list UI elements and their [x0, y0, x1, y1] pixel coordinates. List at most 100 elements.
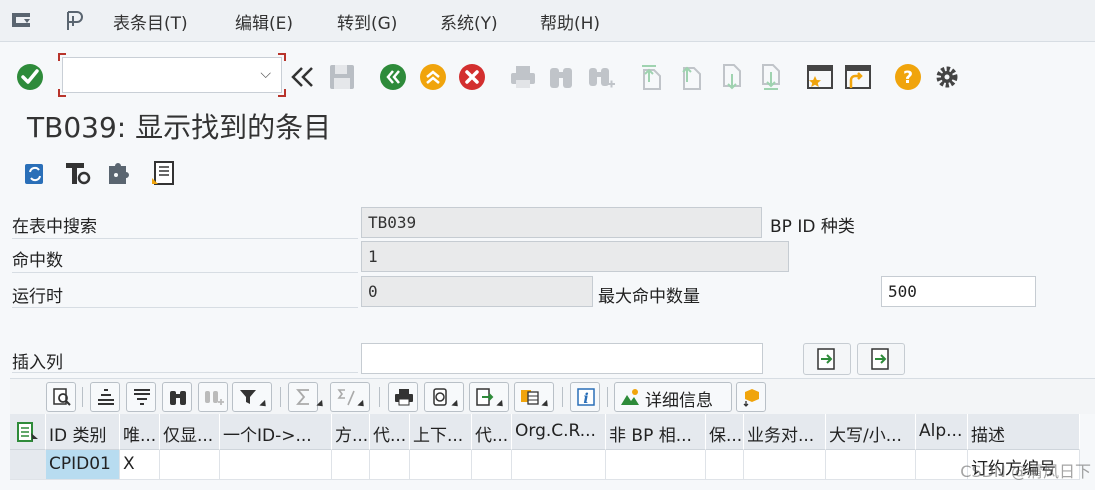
column-header[interactable]: 大写/小...: [826, 414, 916, 450]
dropdown-arrow-icon: [451, 399, 461, 410]
command-field[interactable]: ⌵: [62, 57, 282, 93]
column-header[interactable]: Org.C.R...: [512, 414, 606, 450]
filter-icon: [240, 390, 256, 404]
column-header[interactable]: 保...: [706, 414, 744, 450]
column-header[interactable]: 仅显...: [160, 414, 220, 450]
grid-cell[interactable]: [370, 450, 410, 480]
export-button[interactable]: [469, 382, 509, 412]
row-selector[interactable]: [10, 450, 46, 480]
search-table-field[interactable]: TB039: [361, 207, 762, 238]
column-header[interactable]: 代...: [472, 414, 512, 450]
grid-corner[interactable]: [10, 414, 46, 450]
column-header[interactable]: 业务对...: [744, 414, 826, 450]
menu-help[interactable]: 帮助(H): [540, 9, 600, 34]
grid-cell[interactable]: [332, 450, 370, 480]
dropdown-arrow-icon: [357, 399, 367, 410]
menu-goto[interactable]: 转到(G): [337, 9, 397, 34]
grid-cell[interactable]: [606, 450, 706, 480]
grid-cell[interactable]: [512, 450, 606, 480]
last-page-icon[interactable]: [755, 62, 785, 92]
toolbar-separator: [607, 387, 608, 407]
column-header[interactable]: 非 BP 相...: [606, 414, 706, 450]
grid-settings-button[interactable]: [736, 382, 766, 412]
hits-field[interactable]: 1: [361, 241, 789, 272]
svg-text:?: ?: [903, 68, 913, 88]
insert-column-field[interactable]: [361, 343, 763, 374]
enter-icon[interactable]: [15, 62, 45, 92]
prev-page-icon[interactable]: [676, 62, 706, 92]
max-hits-field[interactable]: 500: [881, 276, 1036, 307]
sort-ascending-button[interactable]: [90, 382, 120, 412]
label-underline: [12, 238, 358, 239]
tools-icon[interactable]: [62, 158, 92, 188]
back-icon[interactable]: [378, 62, 408, 92]
dropdown-arrow-icon: [496, 399, 506, 410]
column-header[interactable]: 一个ID->...: [220, 414, 332, 450]
first-page-icon[interactable]: [636, 62, 666, 92]
column-header[interactable]: 上下...: [410, 414, 472, 450]
toolbar-separator: [379, 387, 380, 407]
subtotal-button[interactable]: [330, 382, 370, 412]
find-next-button[interactable]: [198, 382, 228, 412]
grid-cell[interactable]: [826, 450, 916, 480]
refresh-icon[interactable]: [20, 158, 50, 188]
views-button[interactable]: [424, 382, 464, 412]
shortcut-icon[interactable]: [843, 62, 873, 92]
print-list-button[interactable]: [388, 382, 418, 412]
insert-column-button[interactable]: [803, 343, 851, 375]
remove-column-button[interactable]: [857, 343, 905, 375]
user-menu-icon[interactable]: [63, 9, 87, 33]
exit-icon[interactable]: [418, 62, 448, 92]
cancel-icon[interactable]: [457, 62, 487, 92]
printer-icon: [395, 389, 413, 406]
save-icon[interactable]: [327, 62, 357, 92]
grid-cell[interactable]: [220, 450, 332, 480]
sum-button[interactable]: [288, 382, 326, 412]
command-focus-corner: [58, 89, 66, 97]
menu-edit[interactable]: 编辑(E): [235, 9, 293, 34]
label-underline: [12, 307, 358, 308]
details-button[interactable]: 详细信息: [614, 382, 732, 412]
export-icon: [476, 388, 494, 406]
toolbar-separator: [280, 387, 281, 407]
column-header[interactable]: 描述: [968, 414, 1080, 450]
column-header[interactable]: 代...: [370, 414, 410, 450]
column-header[interactable]: 唯...: [120, 414, 160, 450]
help-icon[interactable]: ?: [893, 62, 923, 92]
info-button[interactable]: i: [570, 382, 600, 412]
menu-toggle-icon[interactable]: [10, 9, 36, 31]
chevron-down-icon[interactable]: ⌵: [260, 66, 271, 82]
insert-column-label: 插入列: [12, 353, 63, 373]
find-icon[interactable]: [546, 62, 576, 92]
column-header[interactable]: 方...: [332, 414, 370, 450]
grid-cell-id-category[interactable]: CPID01: [46, 450, 120, 480]
runtime-field[interactable]: 0: [361, 276, 593, 307]
document-icon[interactable]: [148, 158, 178, 188]
grid-cell[interactable]: [410, 450, 472, 480]
column-header[interactable]: Alp...: [916, 414, 968, 450]
grid-details-button[interactable]: [46, 382, 76, 412]
filter-button[interactable]: [232, 382, 272, 412]
new-session-icon[interactable]: [805, 62, 835, 92]
chart-mountain-icon: [621, 389, 639, 405]
next-page-icon[interactable]: [716, 62, 746, 92]
sort-descending-button[interactable]: [126, 382, 156, 412]
grid-cell[interactable]: X: [120, 450, 160, 480]
column-header[interactable]: ID 类别: [46, 414, 120, 450]
layout-button[interactable]: [514, 382, 554, 412]
find-button[interactable]: [162, 382, 192, 412]
collapse-left-icon[interactable]: [288, 62, 318, 92]
dropdown-arrow-icon: [541, 399, 551, 410]
print-icon[interactable]: [508, 62, 538, 92]
menu-table-entry[interactable]: 表条目(T): [113, 9, 188, 34]
grid-cell[interactable]: [706, 450, 744, 480]
grid-cell[interactable]: [472, 450, 512, 480]
settings-icon[interactable]: [932, 62, 962, 92]
watermark: CSDN @清风日下: [960, 462, 1091, 481]
grid-cell[interactable]: [160, 450, 220, 480]
command-focus-corner: [278, 89, 286, 97]
menu-system[interactable]: 系统(Y): [440, 9, 498, 34]
plugin-icon[interactable]: [104, 158, 134, 188]
find-next-icon[interactable]: [586, 62, 616, 92]
grid-cell[interactable]: [744, 450, 826, 480]
